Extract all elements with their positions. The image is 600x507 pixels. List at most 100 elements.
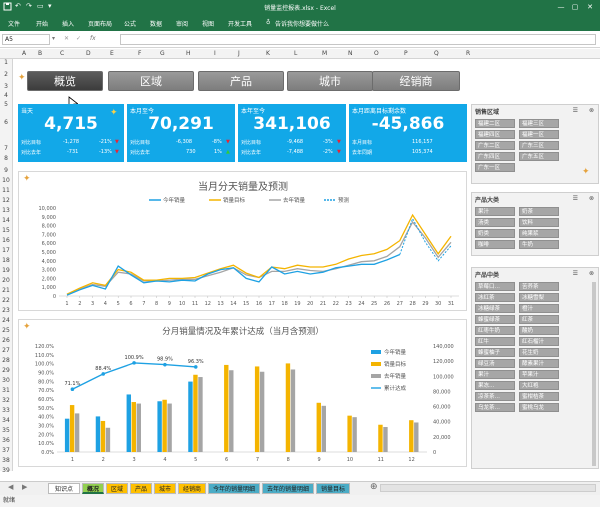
row-header[interactable]: 8	[0, 155, 12, 162]
slicer-item[interactable]: 苹果汁	[519, 370, 559, 379]
column-header[interactable]: J	[238, 50, 240, 57]
row-header[interactable]: 31	[0, 387, 12, 394]
row-header[interactable]: 5	[0, 101, 12, 108]
slicer-item[interactable]: 果汁	[475, 370, 515, 379]
slicer-product-category[interactable]: 产品大类 ☰ ⊗ 果汁 奶茶 汤类 饮料 奶类 纯果浆 咖啡 牛奶	[471, 192, 599, 256]
slicer-item[interactable]: 红石榴汁	[519, 337, 559, 346]
insert-function-icon[interactable]: fx	[90, 35, 96, 42]
sheet-tab[interactable]: 去年的销量明细	[262, 483, 314, 494]
slicer-item[interactable]: 凉茶茶…	[475, 392, 515, 401]
ribbon-tab-insert[interactable]: 插入	[62, 19, 74, 28]
row-header[interactable]: 34	[0, 417, 12, 424]
slicer-item[interactable]: 奶类	[475, 229, 515, 238]
name-box[interactable]: A5	[2, 34, 50, 45]
slicer-item[interactable]: 蜜桃乌龙	[519, 403, 559, 412]
row-header[interactable]: 25	[0, 327, 12, 334]
row-header[interactable]: 16	[0, 237, 12, 244]
row-header[interactable]: 29	[0, 367, 12, 374]
horizontal-scrollbar[interactable]	[380, 484, 596, 492]
name-box-dropdown-icon[interactable]: ▾	[52, 35, 55, 42]
column-header[interactable]: A	[22, 50, 26, 57]
clear-filter-icon[interactable]: ⊗	[589, 195, 594, 202]
row-header[interactable]: 18	[0, 257, 12, 264]
multi-select-icon[interactable]: ☰	[573, 195, 578, 202]
row-header[interactable]: 23	[0, 307, 12, 314]
slicer-item[interactable]: 红枣牛奶	[475, 326, 515, 335]
column-header[interactable]: L	[294, 50, 297, 57]
nav-button-region[interactable]: 区域	[108, 71, 194, 91]
row-header[interactable]: 3	[0, 83, 12, 90]
slicer-item[interactable]: 蜂蜜柚子	[475, 348, 515, 357]
sheet-tab[interactable]: 产品	[130, 483, 152, 494]
slicer-item[interactable]: 福建二区	[475, 119, 515, 128]
row-header[interactable]: 32	[0, 397, 12, 404]
column-header[interactable]: C	[60, 50, 64, 57]
clear-filter-icon[interactable]: ⊗	[589, 107, 594, 114]
multi-select-icon[interactable]: ☰	[573, 107, 578, 114]
enter-icon[interactable]: ✓	[76, 35, 81, 42]
scroll-left-icon[interactable]: ◀	[8, 483, 13, 491]
slicer-item[interactable]: 蜂蜜绿茶	[475, 315, 515, 324]
row-header[interactable]: 26	[0, 337, 12, 344]
row-header[interactable]: 37	[0, 447, 12, 454]
row-header[interactable]: 27	[0, 347, 12, 354]
slicer-item[interactable]: 纯果浆	[519, 229, 559, 238]
slicer-item[interactable]: 广东二区	[475, 141, 515, 150]
column-header[interactable]: I	[214, 50, 216, 57]
daily-sales-chart-panel[interactable]: ✦ 当月分天销量及预测 今年销量 销量目标 去年销量 预测 0 1,000 2,000 3,00…	[18, 171, 467, 311]
row-header[interactable]: 28	[0, 357, 12, 364]
ribbon-tab-page-layout[interactable]: 页面布局	[88, 19, 112, 28]
nav-button-dealer[interactable]: 经销商	[372, 71, 460, 91]
column-header[interactable]: Q	[434, 50, 439, 57]
slicer-item[interactable]: 蜜柑桔茶	[519, 392, 559, 401]
sheet-tab[interactable]: 销量目标	[316, 483, 350, 494]
slicer-item[interactable]: 广东五区	[519, 152, 559, 161]
monthly-sales-chart-panel[interactable]: ✦ 分月销量情况及年累计达成（当月含预测） 0.0% 10.0% 20.0% 30.0%…	[18, 319, 467, 467]
slicer-item[interactable]: 酵素果汁	[519, 359, 559, 368]
row-header[interactable]: 12	[0, 197, 12, 204]
cancel-icon[interactable]: ✕	[64, 35, 69, 42]
row-header[interactable]: 15	[0, 227, 12, 234]
slicer-item[interactable]: 草莓口…	[475, 282, 515, 291]
column-header[interactable]: E	[110, 50, 114, 57]
column-header[interactable]: R	[466, 50, 470, 57]
slicer-item[interactable]: 奶茶	[519, 207, 559, 216]
sheet-tab[interactable]: 今年的销量明细	[208, 483, 260, 494]
row-header[interactable]: 9	[0, 167, 12, 174]
row-header[interactable]: 35	[0, 427, 12, 434]
column-header[interactable]: N	[348, 50, 353, 57]
row-header[interactable]: 4	[0, 92, 12, 99]
column-header[interactable]: B	[38, 50, 42, 57]
row-header[interactable]: 24	[0, 317, 12, 324]
row-header[interactable]: 17	[0, 247, 12, 254]
ribbon-tab-home[interactable]: 开始	[36, 19, 48, 28]
slicer-item[interactable]: 果冻…	[475, 381, 515, 390]
sheet-tab[interactable]: 概况	[82, 483, 104, 494]
column-header[interactable]: F	[138, 50, 141, 57]
multi-select-icon[interactable]: ☰	[573, 270, 578, 277]
close-icon[interactable]: ✕	[585, 2, 595, 12]
column-header[interactable]: K	[266, 50, 270, 57]
column-header[interactable]: G	[160, 50, 165, 57]
slicer-item[interactable]: 咖啡	[475, 240, 515, 249]
row-header[interactable]: 39	[0, 467, 12, 474]
slicer-item[interactable]: 大红袍	[519, 381, 559, 390]
slicer-product-subcategory[interactable]: 产品中类 ☰ ⊗ 草莓口… 苦荞茶 冰红茶 冰糖雪梨 冰糖绿茶 橙汁 蜂蜜绿茶 红茶 红枣牛奶酸…	[471, 267, 599, 469]
slicer-item[interactable]: 橙汁	[519, 304, 559, 313]
slicer-sales-region[interactable]: 销售区域 ☰ ⊗ ✦ 福建二区 福建三区 福建四区 福建一区 广东二区 广东三区 广东四区广…	[471, 104, 599, 184]
row-header[interactable]: 2	[0, 71, 12, 78]
ribbon-tab-data[interactable]: 数据	[150, 19, 162, 28]
slicer-item[interactable]: 冰糖绿茶	[475, 304, 515, 313]
ribbon-tab-file[interactable]: 文件	[8, 19, 20, 28]
column-header[interactable]: D	[86, 50, 91, 57]
slicer-item[interactable]: 福建四区	[475, 130, 515, 139]
row-header[interactable]: 30	[0, 377, 12, 384]
sheet-tab[interactable]: 城市	[154, 483, 176, 494]
row-header[interactable]: 14	[0, 217, 12, 224]
column-header[interactable]: O	[374, 50, 379, 57]
row-header[interactable]: 6	[0, 119, 12, 126]
ribbon-tab-formulas[interactable]: 公式	[124, 19, 136, 28]
row-header[interactable]: 19	[0, 267, 12, 274]
nav-button-overview[interactable]: 概览	[27, 71, 103, 91]
slicer-item[interactable]: 广东四区	[475, 152, 515, 161]
